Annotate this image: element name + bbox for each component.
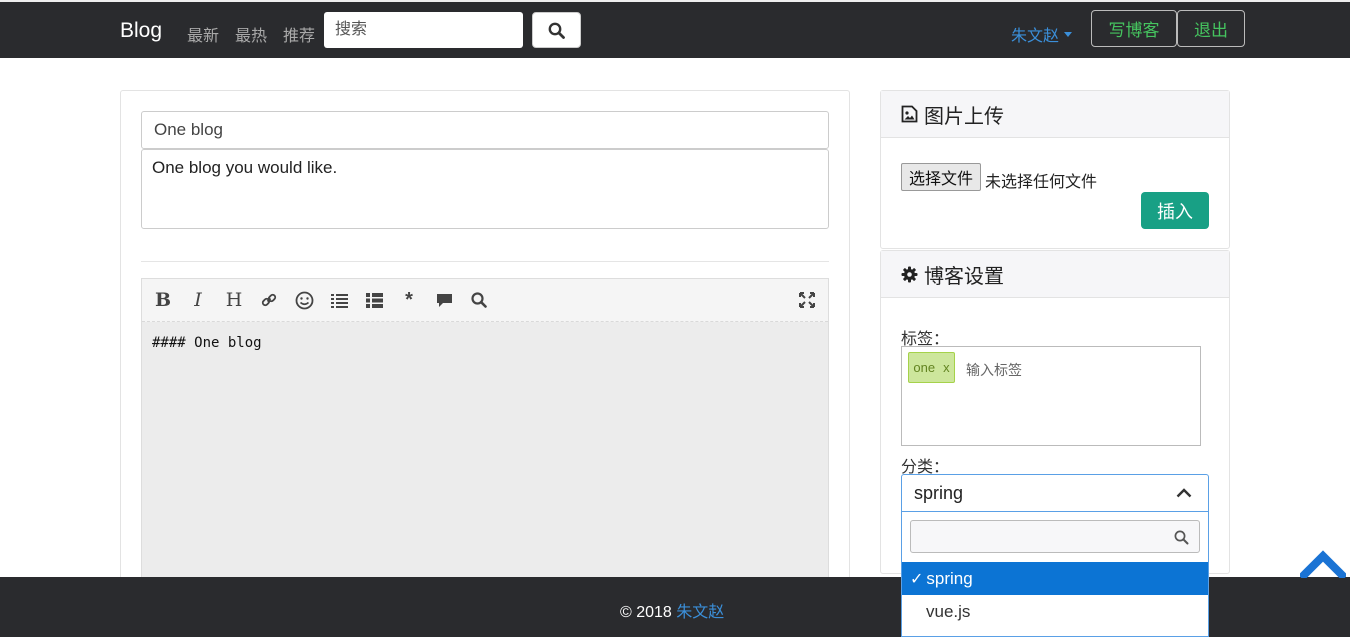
caret-down-icon [1064, 31, 1073, 37]
asterisk-icon[interactable]: * [398, 289, 420, 311]
top-navbar: Blog 最新 最热 推荐 朱文赵 写博客 退出 [0, 0, 1350, 58]
nav-link-hottest[interactable]: 最热 [235, 22, 267, 46]
category-select[interactable]: spring [901, 474, 1209, 512]
nav-link-latest[interactable]: 最新 [187, 22, 219, 46]
image-icon [901, 105, 918, 123]
search-icon [1174, 530, 1189, 545]
markdown-editor[interactable]: B I H * #### One blog [141, 278, 829, 598]
tags-input-box[interactable]: one x 输入标签 [901, 346, 1201, 446]
category-dropdown: ✓ spring vue.js [901, 512, 1209, 637]
write-blog-button[interactable]: 写博客 [1091, 10, 1177, 47]
insert-button[interactable]: 插入 [1141, 192, 1209, 229]
choose-file-button[interactable]: 选择文件 [901, 163, 981, 191]
tag-input-placeholder[interactable]: 输入标签 [966, 360, 1022, 380]
editor-toolbar: B I H * [142, 279, 828, 322]
tag-label: one [913, 360, 936, 375]
blog-settings-header: 博客设置 [881, 251, 1229, 298]
image-upload-title: 图片上传 [924, 105, 1004, 128]
link-icon[interactable] [258, 289, 280, 311]
footer-copyright: © 2018 朱文赵 [620, 598, 724, 622]
blog-settings-title: 博客设置 [924, 265, 1004, 288]
category-option-label: spring [926, 568, 973, 588]
blog-title-input[interactable]: One blog [141, 111, 829, 149]
italic-icon[interactable]: I [187, 289, 209, 311]
category-selected-value: spring [914, 482, 964, 503]
image-upload-header: 图片上传 [881, 91, 1229, 138]
editor-content[interactable]: #### One blog [142, 322, 828, 364]
blog-description-textarea[interactable]: One blog you would like. [141, 149, 829, 229]
ordered-list-icon[interactable] [328, 289, 350, 311]
file-status-text: 未选择任何文件 [985, 174, 1098, 191]
user-name: 朱文赵 [1011, 28, 1060, 45]
category-option-vuejs[interactable]: vue.js [902, 595, 1208, 628]
search-icon [548, 22, 565, 39]
check-icon: ✓ [910, 570, 924, 588]
copyright-text: © 2018 [620, 604, 672, 621]
heading-icon[interactable]: H [223, 289, 245, 311]
category-option-label: vue.js [926, 601, 971, 621]
fullscreen-icon[interactable] [796, 289, 818, 311]
search-button[interactable] [532, 12, 581, 48]
unordered-list-icon[interactable] [363, 289, 385, 311]
back-to-top-icon[interactable] [1300, 548, 1346, 578]
category-search-input[interactable] [910, 520, 1200, 553]
emoji-icon[interactable] [293, 289, 315, 311]
comment-icon[interactable] [433, 289, 455, 311]
tag-remove-icon[interactable]: x [943, 360, 950, 375]
search-input[interactable] [324, 12, 523, 48]
divider [141, 261, 829, 262]
gear-icon [901, 266, 918, 282]
bold-icon[interactable]: B [152, 289, 174, 311]
user-dropdown[interactable]: 朱文赵 [1011, 22, 1073, 46]
footer-author-link[interactable]: 朱文赵 [676, 604, 724, 621]
chevron-up-icon [1176, 488, 1192, 498]
logout-button[interactable]: 退出 [1177, 10, 1245, 47]
category-option-spring[interactable]: ✓ spring [902, 562, 1208, 595]
nav-link-recommended[interactable]: 推荐 [283, 22, 315, 46]
brand-logo[interactable]: Blog [120, 19, 162, 43]
tag-chip: one x [908, 352, 955, 383]
search-icon[interactable] [468, 289, 490, 311]
